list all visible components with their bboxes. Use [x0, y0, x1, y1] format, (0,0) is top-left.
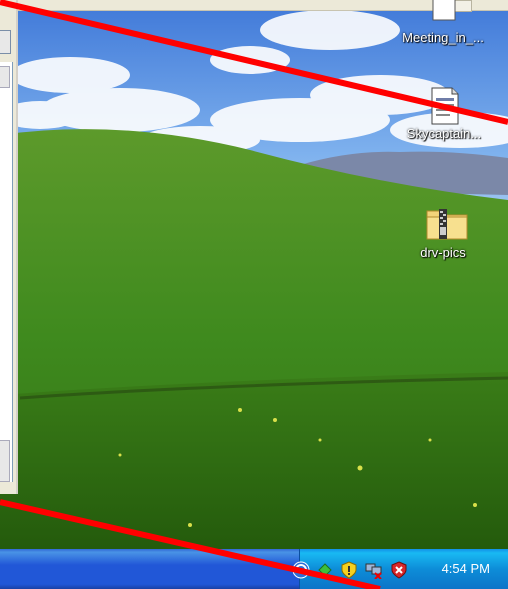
network-sync-icon[interactable] — [292, 561, 310, 579]
system-tray[interactable]: 4:54 PM — [292, 549, 508, 589]
scroll-up-button[interactable] — [0, 66, 10, 88]
taskbar-clock[interactable]: 4:54 PM — [442, 561, 490, 576]
document-icon — [425, 0, 461, 26]
desktop-icon-drv-pics[interactable]: drv-pics — [393, 205, 493, 260]
update-shield-icon[interactable] — [340, 561, 358, 579]
zip-folder-icon — [425, 205, 468, 241]
scroll-down-button[interactable] — [0, 440, 10, 482]
desktop-icon-label: Meeting_in_... — [402, 30, 484, 45]
desktop[interactable]: Meeting_in_... Skycaptain... drv-pics 4:… — [0, 0, 508, 589]
close-icon[interactable] — [0, 30, 11, 54]
desktop-icon-meeting[interactable]: Meeting_in_... — [393, 0, 493, 45]
document-icon — [426, 86, 462, 125]
update-sync-icon[interactable] — [316, 561, 334, 579]
desktop-icon-skycaptain[interactable]: Skycaptain... — [394, 86, 494, 141]
desktop-icon-label: Skycaptain... — [406, 126, 482, 141]
desktop-icon-label: drv-pics — [420, 245, 466, 260]
security-alert-icon[interactable] — [390, 561, 408, 579]
network-disconnected-icon[interactable] — [364, 561, 382, 580]
window-fragment-left[interactable] — [0, 0, 18, 494]
window-content-area — [0, 62, 13, 482]
